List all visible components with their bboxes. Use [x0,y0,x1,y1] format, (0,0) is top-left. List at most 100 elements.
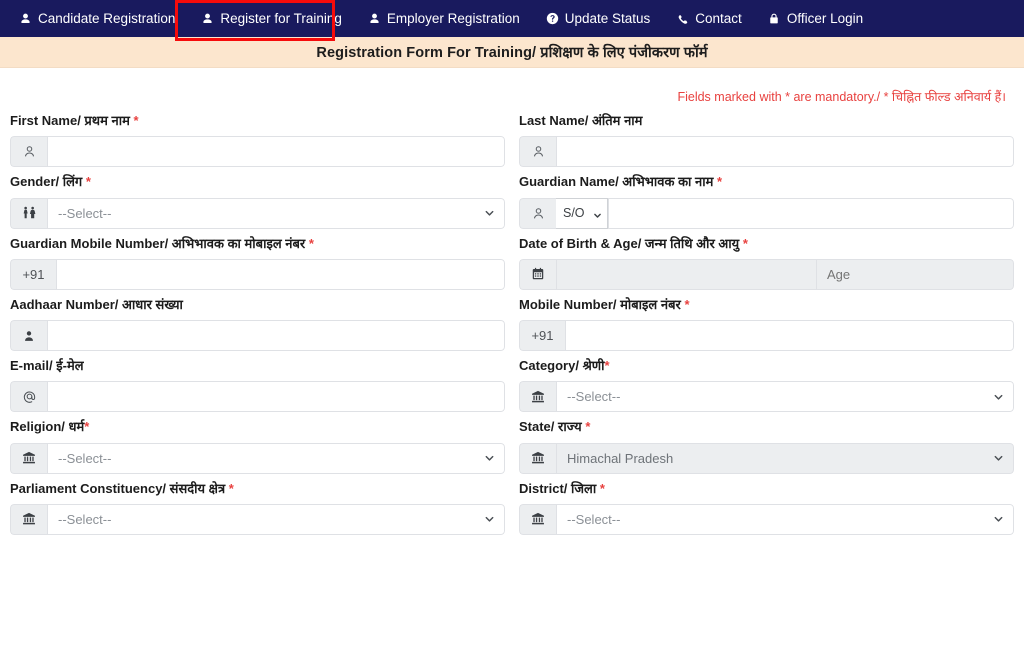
required-asterisk: * [133,113,139,128]
nav-label: Update Status [564,10,651,26]
required-asterisk: * [308,235,314,251]
mandatory-fields-note: Fields marked with * are mandatory./ * च… [677,90,1006,104]
id-user-icon [10,320,47,351]
aadhaar-input[interactable] [47,320,505,351]
chevron-down-icon [484,453,495,464]
at-sign-icon [10,381,47,413]
field-state: State/ राज्य * Himachal Pradesh [519,419,1014,474]
required-asterisk: * [599,480,605,496]
district-select[interactable]: --Select-- [556,503,1014,535]
bank-icon [519,381,556,413]
required-asterisk: * [717,174,723,190]
field-aadhaar: Aadhaar Number/ आधार संख्या [10,297,505,351]
user-outline-icon [519,136,556,168]
page-title-banner: Registration Form For Training/ प्रशिक्ष… [0,37,1024,68]
field-parliament-constituency: Parliament Constituency/ संसदीय क्षेत्र … [10,481,505,535]
nav-label: Employer Registration [386,10,520,26]
page-title: Registration Form For Training/ प्रशिक्ष… [316,45,708,61]
calendar-icon [519,258,556,290]
gender-select[interactable]: --Select-- [47,197,505,229]
user-icon [19,12,32,26]
bank-icon [10,503,47,535]
chevron-down-icon [993,453,1004,464]
age-input[interactable] [816,258,1014,290]
category-selected-value: --Select-- [567,389,621,405]
dob-age-input-group [519,258,1014,290]
state-select[interactable]: Himachal Pradesh [556,442,1014,474]
bank-icon [519,503,556,535]
user-outline-icon [519,197,556,229]
guardian-mobile-label: Guardian Mobile Number/ अभिभावक का मोबाइ… [10,235,314,251]
mobile-input-group: +91 [519,320,1014,351]
user-outline-icon [10,136,47,168]
religion-select[interactable]: --Select-- [47,442,505,474]
field-category: Category/ श्रेणी* --Select-- [519,358,1014,413]
category-select[interactable]: --Select-- [556,381,1014,413]
mobile-input[interactable] [565,320,1014,351]
guardian-name-input[interactable] [608,197,1014,229]
parliament-constituency-label: Parliament Constituency/ संसदीय क्षेत्र … [10,480,234,496]
gender-restroom-icon [10,197,47,229]
last-name-label: Last Name/ अंतिम नाम [519,113,643,128]
lock-icon [768,12,781,26]
first-name-label: First Name/ प्रथम नाम * [10,113,139,128]
form-row: E-mail/ ई-मेल Category/ श्रेणी* --Select… [10,358,1014,413]
chevron-down-icon [484,514,495,525]
field-first-name: First Name/ प्रथम नाम * [10,113,505,168]
state-label: State/ राज्य * [519,419,591,435]
required-asterisk: * [742,235,748,251]
district-input-group: --Select-- [519,503,1014,535]
last-name-input[interactable] [556,136,1014,168]
chevron-down-icon [993,391,1004,402]
bank-icon [10,442,47,474]
required-asterisk: * [604,358,610,373]
state-input-group: Himachal Pradesh [519,442,1014,474]
email-input[interactable] [47,381,505,413]
form-row: Parliament Constituency/ संसदीय क्षेत्र … [10,481,1014,535]
form-row: Aadhaar Number/ आधार संख्या Mobile Numbe… [10,297,1014,351]
gender-selected-value: --Select-- [58,205,112,221]
parliament-constituency-input-group: --Select-- [10,503,505,535]
aadhaar-label: Aadhaar Number/ आधार संख्या [10,296,183,312]
field-religion: Religion/ धर्म* --Select-- [10,419,505,474]
email-input-group [10,381,505,413]
nav-item-officer-login[interactable]: Officer Login [755,7,876,31]
first-name-input[interactable] [47,136,505,168]
guardian-mobile-input[interactable] [56,258,505,290]
category-label: Category/ श्रेणी* [519,358,610,373]
nav-item-candidate-registration[interactable]: Candidate Registration [6,7,188,31]
dob-age-label: Date of Birth & Age/ जन्म तिथि और आयु * [519,235,748,251]
field-last-name: Last Name/ अंतिम नाम [519,113,1014,168]
last-name-input-group [519,136,1014,168]
field-gender: Gender/ लिंग * --Select-- [10,174,505,229]
user-icon [368,12,381,26]
field-mobile: Mobile Number/ मोबाइल नंबर * +91 [519,297,1014,351]
required-asterisk: * [85,174,91,190]
field-email: E-mail/ ई-मेल [10,358,505,413]
guardian-mobile-input-group: +91 [10,258,505,290]
guardian-relation-value: S/O [563,206,585,220]
dob-input[interactable] [556,258,816,290]
guardian-relation-select[interactable]: S/O [556,197,608,229]
email-label: E-mail/ ई-मेल [10,358,84,373]
nav-item-employer-registration[interactable]: Employer Registration [355,7,533,31]
parliament-constituency-selected-value: --Select-- [58,511,112,527]
registration-form: Fields marked with * are mandatory./ * च… [0,68,1024,535]
country-code-prefix: +91 [519,320,565,351]
nav-item-update-status[interactable]: Update Status [533,7,664,31]
required-asterisk: * [84,419,90,435]
category-input-group: --Select-- [519,381,1014,413]
form-row: First Name/ प्रथम नाम * Last Name/ अंतिम… [10,113,1014,168]
parliament-constituency-select[interactable]: --Select-- [47,503,505,535]
aadhaar-input-group [10,320,505,351]
top-navbar: Candidate Registration Register for Trai… [0,0,1024,41]
nav-label: Contact [695,10,742,26]
nav-item-contact[interactable]: Contact [663,7,755,31]
required-asterisk: * [684,296,690,312]
field-dob-age: Date of Birth & Age/ जन्म तिथि और आयु * [519,236,1014,290]
guardian-name-label: Guardian Name/ अभिभावक का नाम * [519,174,723,190]
guardian-name-input-group: S/O [519,197,1014,229]
mobile-label: Mobile Number/ मोबाइल नंबर * [519,296,690,312]
nav-item-register-for-training[interactable]: Register for Training [188,7,355,31]
gender-input-group: --Select-- [10,197,505,229]
